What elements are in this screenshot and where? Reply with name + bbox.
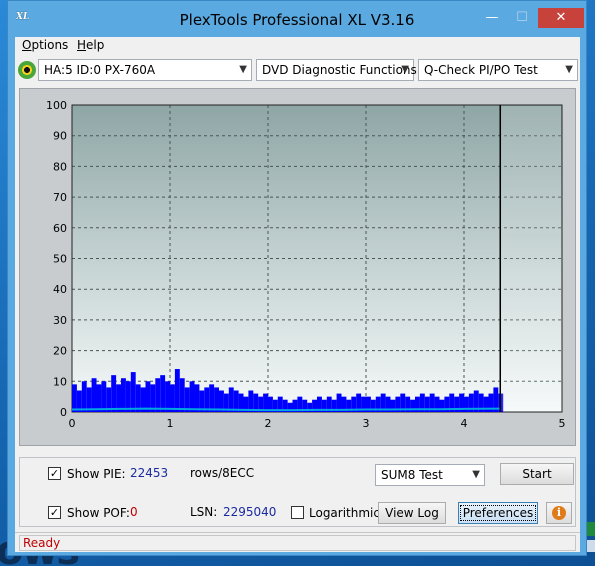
chevron-down-icon: ▼ — [565, 64, 573, 75]
status-bar: Ready — [15, 532, 580, 552]
pie-bar — [209, 384, 215, 412]
pie-bar — [81, 381, 87, 412]
menu-bar: Options Help — [15, 37, 580, 55]
drive-select-value: HA:5 ID:0 PX-760A — [44, 63, 156, 77]
desktop-excel-icon[interactable] — [587, 522, 595, 536]
status-text: Ready — [19, 535, 576, 551]
pie-bar — [145, 381, 151, 412]
pie-bar — [170, 384, 175, 412]
y-tick-label: 0 — [60, 406, 67, 419]
show-pie-label: Show PIE: — [67, 467, 126, 481]
pie-bar — [91, 378, 97, 412]
chart-panel: 0 1 2 3 4 5 0 10 20 30 40 50 60 70 80 90 100 — [19, 88, 576, 446]
chevron-down-icon: ▼ — [401, 64, 409, 75]
y-tick-label: 70 — [53, 191, 67, 204]
pie-bar — [248, 390, 254, 412]
pie-bar — [121, 378, 126, 412]
toolbar: HA:5 ID:0 PX-760A ▼ DVD Diagnostic Funct… — [15, 56, 580, 84]
pie-bar — [96, 384, 102, 412]
chevron-down-icon: ▼ — [472, 469, 480, 480]
preferences-button[interactable]: Preferences — [458, 502, 538, 524]
pie-bar — [111, 375, 117, 412]
x-tick-label: 0 — [69, 417, 76, 430]
logarithmic-label: Logarithmic — [309, 506, 380, 520]
info-button[interactable]: i — [546, 502, 572, 524]
x-tick-label: 4 — [461, 417, 468, 430]
lsn-label: LSN: — [190, 505, 218, 519]
pof-value: 0 — [130, 505, 138, 519]
x-tick-label: 3 — [363, 417, 370, 430]
show-pie-checkbox[interactable]: ✓ — [48, 467, 61, 480]
y-tick-label: 60 — [53, 222, 67, 235]
maximize-button[interactable]: ☐ — [508, 8, 536, 28]
view-log-button[interactable]: View Log — [378, 502, 446, 524]
show-pof-checkbox[interactable]: ✓ — [48, 506, 61, 519]
close-button[interactable]: ✕ — [538, 8, 584, 28]
start-button[interactable]: Start — [500, 463, 574, 485]
y-tick-label: 30 — [53, 314, 67, 327]
x-tick-label: 1 — [167, 417, 174, 430]
x-tick-labels: 0 1 2 3 4 5 — [69, 417, 566, 430]
main-window: XL PlexTools Professional XL V3.16 — ☐ ✕… — [7, 0, 587, 556]
y-tick-label: 90 — [53, 130, 67, 143]
y-tick-label: 20 — [53, 345, 67, 358]
pie-bar — [174, 369, 180, 412]
y-tick-label: 50 — [53, 253, 67, 266]
function-select-value: DVD Diagnostic Functions — [262, 63, 417, 77]
logarithmic-checkbox[interactable] — [291, 506, 304, 519]
menu-options[interactable]: Options — [22, 38, 68, 52]
end-marker — [499, 105, 561, 412]
results-panel: ✓ Show PIE: 22453 rows/8ECC SUM8 Test ▼ … — [19, 457, 576, 527]
pie-bar — [125, 381, 131, 412]
pie-bar — [155, 378, 161, 412]
pie-unit: rows/8ECC — [190, 466, 255, 480]
unused-region — [501, 106, 561, 411]
title-bar[interactable]: XL PlexTools Professional XL V3.16 — ☐ ✕ — [8, 1, 586, 37]
menu-options-rest: ptions — [31, 38, 69, 52]
x-tick-label: 5 — [559, 417, 566, 430]
pie-bar — [101, 381, 107, 412]
pie-bar — [194, 384, 200, 412]
test-select[interactable]: Q-Check PI/PO Test ▼ — [418, 59, 578, 81]
x-tick-label: 2 — [265, 417, 272, 430]
pie-bar — [130, 372, 136, 412]
y-tick-label: 40 — [53, 283, 67, 296]
menu-help[interactable]: Help — [77, 38, 104, 52]
sum-test-select[interactable]: SUM8 Test ▼ — [375, 464, 485, 486]
client-area: Options Help HA:5 ID:0 PX-760A ▼ DVD Dia… — [15, 37, 580, 552]
chevron-down-icon: ▼ — [239, 64, 247, 75]
minimize-button[interactable]: — — [478, 8, 506, 28]
y-tick-label: 10 — [53, 375, 67, 388]
pie-bar — [165, 381, 170, 412]
info-icon: i — [552, 506, 566, 520]
sum-test-value: SUM8 Test — [381, 468, 443, 482]
pie-bar — [189, 381, 195, 412]
pi-po-chart: 0 1 2 3 4 5 0 10 20 30 40 50 60 70 80 90 100 — [46, 99, 566, 430]
show-pof-label: Show POF: — [67, 506, 130, 520]
pie-bar — [160, 375, 166, 412]
test-select-value: Q-Check PI/PO Test — [424, 63, 538, 77]
y-tick-label: 80 — [53, 160, 67, 173]
menu-help-rest: elp — [86, 38, 105, 52]
pie-bar — [179, 378, 185, 412]
pie-value: 22453 — [130, 466, 169, 480]
preferences-label: Preferences — [459, 505, 537, 521]
y-tick-label: 100 — [46, 99, 67, 112]
lsn-value: 2295040 — [223, 505, 277, 519]
pie-bar — [116, 384, 121, 412]
drive-select[interactable]: HA:5 ID:0 PX-760A ▼ — [38, 59, 252, 81]
pie-bar — [204, 387, 210, 412]
pie-bar — [72, 384, 77, 412]
pie-bar — [228, 387, 234, 412]
function-select[interactable]: DVD Diagnostic Functions ▼ — [256, 59, 417, 81]
y-tick-labels: 0 10 20 30 40 50 60 70 80 90 100 — [46, 99, 67, 419]
disc-drive-icon — [18, 61, 36, 79]
desktop-file-icon[interactable] — [586, 540, 595, 552]
pie-bar — [214, 387, 219, 412]
menu-help-mnemonic: H — [77, 38, 87, 52]
